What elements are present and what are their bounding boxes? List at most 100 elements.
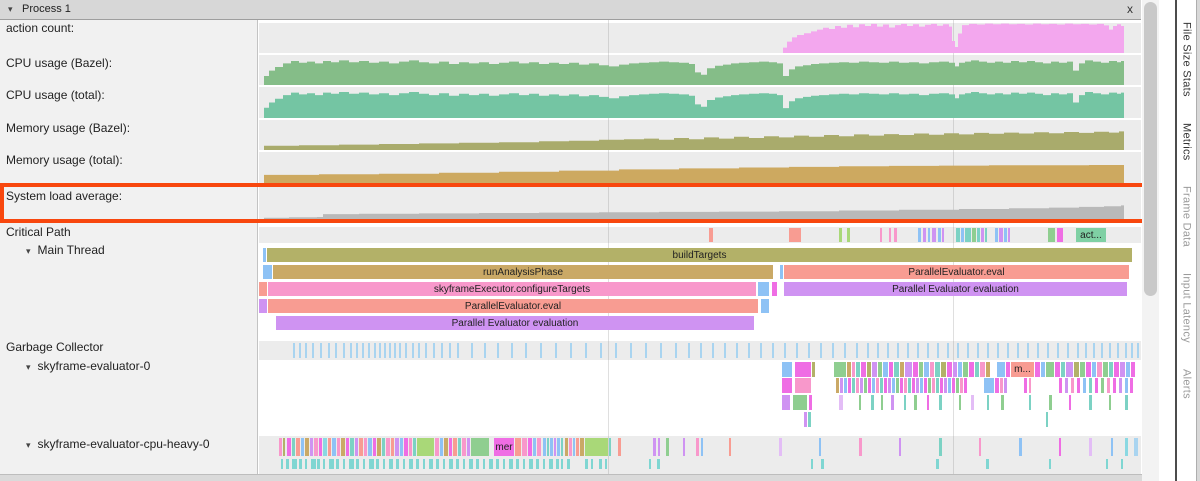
trace-slice-runAnalysisPhase[interactable]: runAnalysisPhase — [273, 265, 773, 279]
trace-slice[interactable] — [1083, 378, 1086, 393]
trace-slice[interactable] — [940, 378, 943, 393]
vm-op-tick[interactable] — [936, 459, 939, 469]
gc-tick[interactable] — [967, 343, 969, 358]
trace-slice-mer[interactable]: mer — [494, 438, 514, 456]
tab-alerts[interactable]: Alerts — [1181, 369, 1193, 399]
trace-slice[interactable] — [346, 438, 349, 456]
gc-tick[interactable] — [937, 343, 939, 358]
trace-slice[interactable] — [1048, 228, 1055, 242]
trace-slice[interactable] — [1131, 362, 1135, 377]
gc-tick[interactable] — [1067, 343, 1069, 358]
trace-slice[interactable] — [1065, 378, 1068, 393]
trace-slice[interactable] — [404, 438, 408, 456]
trace-slice[interactable] — [892, 378, 895, 393]
vm-op-tick[interactable] — [409, 459, 413, 469]
trace-slice[interactable] — [1004, 228, 1007, 242]
trace-slice[interactable] — [782, 362, 792, 377]
trace-slice[interactable] — [965, 228, 971, 242]
trace-slice[interactable] — [413, 438, 416, 456]
trace-slice[interactable] — [894, 362, 899, 377]
vm-op-tick[interactable] — [567, 459, 570, 469]
gc-tick[interactable] — [412, 343, 414, 358]
trace-slice[interactable] — [985, 228, 987, 242]
vm-op-tick[interactable] — [476, 459, 479, 469]
trace-slice[interactable] — [928, 378, 931, 393]
trace-slice[interactable] — [952, 378, 955, 393]
main-thread-row-4[interactable]: Parallel Evaluator evaluation — [259, 316, 1141, 330]
trace-slice[interactable] — [543, 438, 546, 456]
trace-slice[interactable] — [1008, 228, 1010, 242]
trace-slice[interactable] — [920, 378, 923, 393]
gc-tick[interactable] — [350, 343, 352, 358]
skyframe-evaluator-0-row-3[interactable] — [259, 412, 1141, 427]
vm-op-tick[interactable] — [356, 459, 359, 469]
trace-slice[interactable] — [899, 438, 901, 456]
skyframe-evaluator-0-row-0[interactable]: m... — [259, 362, 1141, 377]
gc-tick[interactable] — [997, 343, 999, 358]
gc-tick[interactable] — [1131, 343, 1133, 358]
trace-slice[interactable] — [444, 438, 448, 456]
gc-tick[interactable] — [724, 343, 726, 358]
collapse-arrow-icon[interactable]: ▾ — [26, 440, 31, 450]
trace-slice-act[interactable]: act... — [1076, 228, 1106, 242]
trace-slice[interactable] — [941, 362, 946, 377]
trace-slice[interactable] — [999, 228, 1003, 242]
trace-slice[interactable] — [924, 378, 927, 393]
trace-slice[interactable] — [859, 395, 861, 410]
trace-slice[interactable] — [979, 438, 981, 456]
trace-slice[interactable] — [263, 248, 266, 262]
trace-slice[interactable] — [550, 438, 553, 456]
trace-slice[interactable] — [1119, 378, 1122, 393]
trace-slice[interactable] — [871, 395, 874, 410]
gc-tick[interactable] — [362, 343, 364, 358]
trace-slice[interactable] — [658, 438, 660, 456]
trace-slice[interactable] — [942, 228, 944, 242]
trace-slice[interactable] — [919, 362, 923, 377]
trace-slice[interactable] — [795, 362, 811, 377]
trace-slice[interactable] — [355, 438, 358, 456]
trace-slice[interactable] — [844, 378, 847, 393]
vm-op-tick[interactable] — [549, 459, 553, 469]
vm-op-tick[interactable] — [556, 459, 559, 469]
trace-slice-skyframeExecutorconfigureTargets[interactable]: skyframeExecutor.configureTargets — [268, 282, 756, 296]
trace-slice[interactable] — [283, 438, 285, 456]
trace-slice[interactable] — [894, 228, 897, 242]
gc-tick[interactable] — [335, 343, 337, 358]
trace-slice[interactable] — [852, 362, 855, 377]
trace-slice[interactable] — [1111, 438, 1113, 456]
trace-slice[interactable] — [522, 438, 527, 456]
main-thread-row-1[interactable]: runAnalysisPhaseParallelEvaluator.eval — [259, 265, 1141, 279]
gc-tick[interactable] — [555, 343, 557, 358]
trace-slice[interactable] — [995, 228, 998, 242]
trace-slice[interactable] — [896, 378, 899, 393]
trace-slice[interactable] — [709, 228, 713, 242]
trace-slice[interactable] — [1049, 395, 1052, 410]
main-thread-row-3[interactable]: ParallelEvaluator.eval — [259, 299, 1141, 313]
cpu-usage-bazel-chart[interactable] — [259, 55, 1141, 85]
trace-slice[interactable] — [1001, 395, 1004, 410]
vm-op-tick[interactable] — [811, 459, 813, 469]
vm-op-tick[interactable] — [311, 459, 316, 469]
trace-slice[interactable] — [1086, 362, 1091, 377]
trace-slice[interactable] — [350, 438, 354, 456]
trace-slice[interactable] — [537, 438, 541, 456]
trace-slice[interactable] — [914, 395, 917, 410]
trace-slice[interactable] — [391, 438, 394, 456]
trace-slice[interactable] — [337, 438, 340, 456]
trace-slice[interactable] — [386, 438, 390, 456]
trace-slice[interactable] — [449, 438, 452, 456]
trace-slice[interactable] — [395, 438, 399, 456]
trace-slice[interactable] — [908, 378, 911, 393]
trace-slice[interactable] — [1113, 378, 1116, 393]
trace-slice[interactable] — [864, 378, 867, 393]
gc-tick[interactable] — [540, 343, 542, 358]
vm-op-tick[interactable] — [605, 459, 607, 469]
trace-slice[interactable] — [980, 362, 985, 377]
trace-slice[interactable] — [332, 438, 336, 456]
trace-slice[interactable] — [1029, 395, 1031, 410]
process-header[interactable]: ▾ Process 1 x — [0, 0, 1141, 20]
trace-slice[interactable] — [927, 395, 929, 410]
trace-slice[interactable] — [653, 438, 656, 456]
gc-tick[interactable] — [877, 343, 879, 358]
trace-slice[interactable] — [856, 378, 859, 393]
